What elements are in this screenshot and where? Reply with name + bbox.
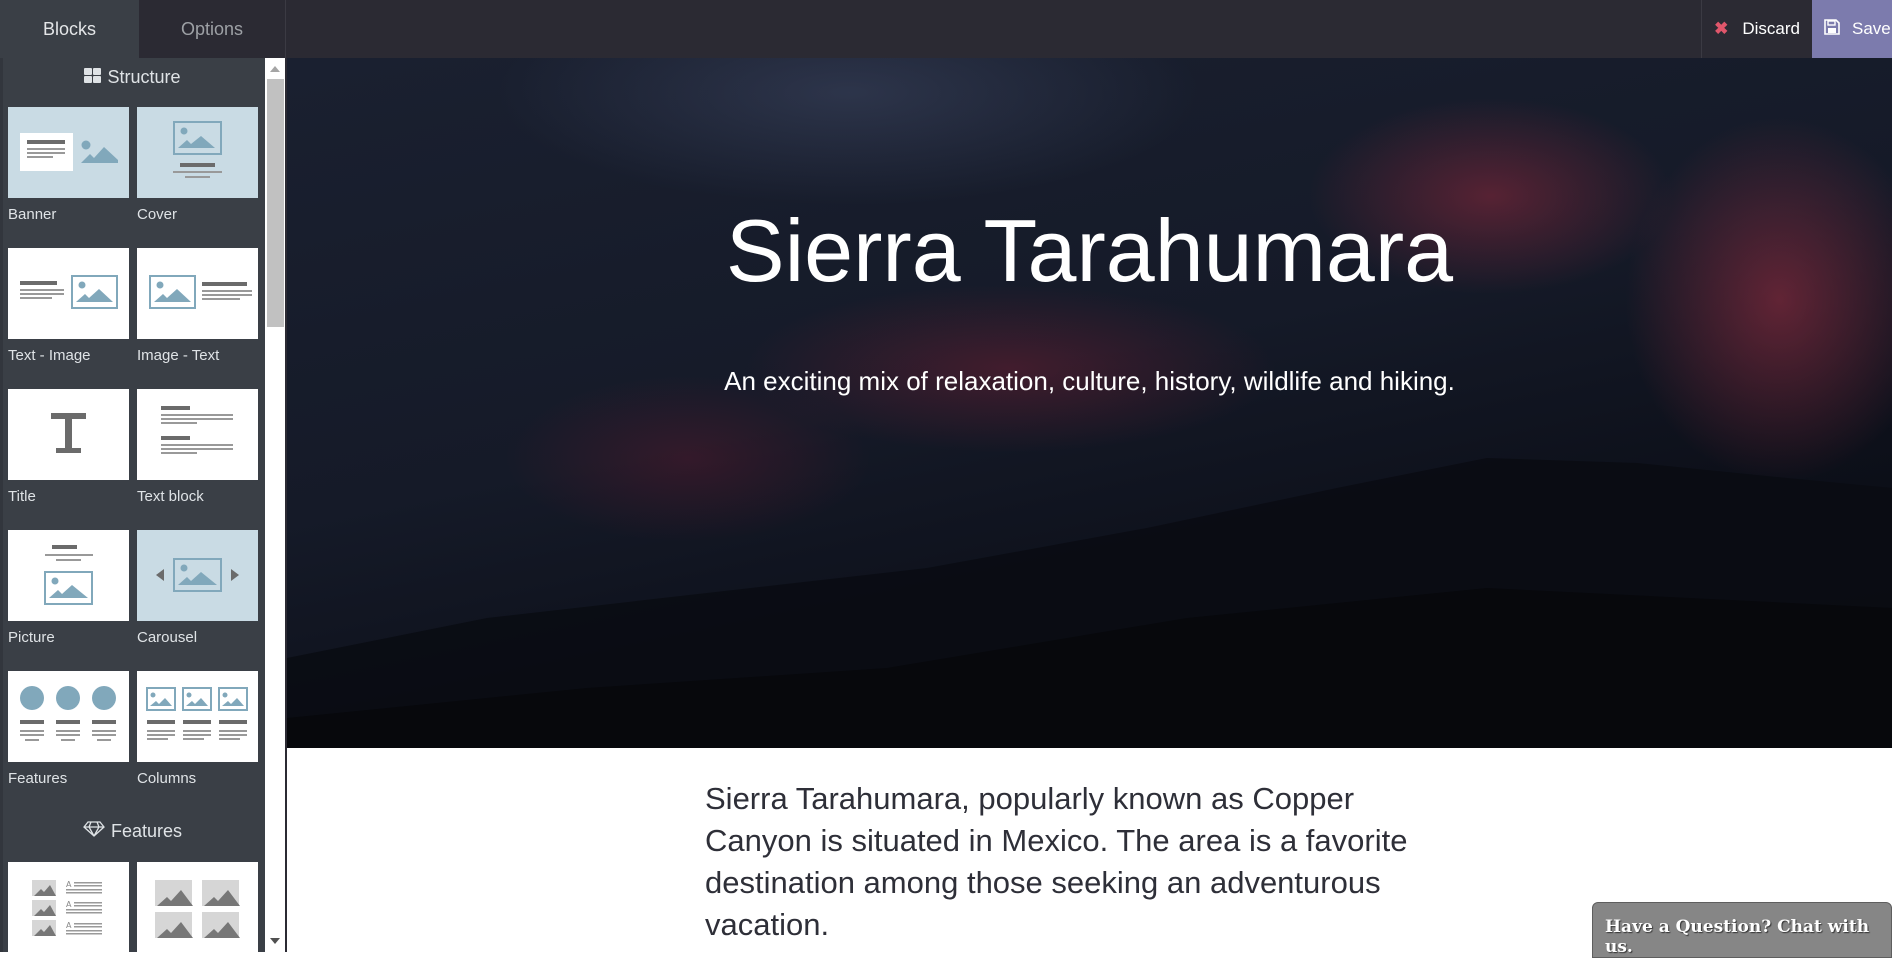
diamond-icon xyxy=(83,821,105,842)
chat-with-us-button[interactable]: Have a Question? Chat with us. xyxy=(1592,902,1892,958)
discard-button[interactable]: ✖ Discard xyxy=(1701,0,1812,58)
banner-thumbnail-icon xyxy=(20,133,118,171)
title-thumbnail-icon xyxy=(51,413,86,453)
hero-title[interactable]: Sierra Tarahumara xyxy=(287,200,1892,302)
section-title-text: Structure xyxy=(107,67,181,87)
section-title-text: Features xyxy=(110,821,183,841)
image-gallery-thumbnail-icon xyxy=(155,880,240,938)
block-label: Text block xyxy=(137,488,204,505)
blocks-panel: Structure Banner Cover Text - Image Imag… xyxy=(0,58,265,952)
block-label: Features xyxy=(8,770,68,787)
block-picture[interactable] xyxy=(8,530,129,621)
block-title[interactable] xyxy=(8,389,129,480)
block-cover[interactable] xyxy=(137,107,258,198)
block-label: Image - Text xyxy=(137,347,220,364)
hero-subtitle[interactable]: An exciting mix of relaxation, culture, … xyxy=(287,366,1892,397)
floppy-disk-icon xyxy=(1824,18,1840,40)
tab-options[interactable]: Options xyxy=(139,0,286,58)
features-thumbnail-icon xyxy=(20,686,116,741)
block-columns[interactable] xyxy=(137,671,258,762)
scroll-up-arrow-icon[interactable] xyxy=(270,66,280,72)
section-title-structure: Structure xyxy=(0,67,265,88)
image-text-thumbnail-icon xyxy=(149,275,252,309)
block-text-block[interactable] xyxy=(137,389,258,480)
block-label: Carousel xyxy=(137,629,198,646)
block-carousel[interactable] xyxy=(137,530,258,621)
svg-text:A: A xyxy=(66,880,72,889)
block-label: Title xyxy=(8,488,36,505)
scrollbar-thumb[interactable] xyxy=(267,79,284,327)
svg-text:A: A xyxy=(66,900,72,909)
scroll-down-arrow-icon[interactable] xyxy=(270,938,280,944)
block-label: Cover xyxy=(137,206,178,223)
text-image-thumbnail-icon xyxy=(20,275,118,309)
hero-cover-section[interactable]: Sierra Tarahumara An exciting mix of rel… xyxy=(287,58,1892,748)
block-banner[interactable] xyxy=(8,107,129,198)
block-image-gallery[interactable] xyxy=(137,862,258,952)
sidebar-scrollbar[interactable] xyxy=(265,58,285,952)
cover-thumbnail-icon xyxy=(173,121,222,178)
block-label: Text - Image xyxy=(8,347,91,364)
text-block-thumbnail-icon xyxy=(161,406,233,454)
block-media-list[interactable]: A A A xyxy=(8,862,129,952)
editor-top-bar: Blocks Options ✖ Discard Save xyxy=(0,0,1892,58)
block-image-text[interactable] xyxy=(137,248,258,339)
tab-blocks[interactable]: Blocks xyxy=(0,0,139,58)
svg-text:A: A xyxy=(66,921,72,930)
columns-thumbnail-icon xyxy=(146,687,248,740)
block-text-image[interactable] xyxy=(8,248,129,339)
block-label: Picture xyxy=(8,629,55,646)
save-button[interactable]: Save xyxy=(1812,0,1892,58)
carousel-thumbnail-icon xyxy=(156,558,239,592)
section-title-features: Features xyxy=(0,821,265,842)
block-label: Banner xyxy=(8,206,57,223)
discard-label: Discard xyxy=(1742,19,1800,38)
close-icon: ✖ xyxy=(1714,19,1729,38)
media-list-thumbnail-icon: A A A xyxy=(32,880,102,936)
intro-paragraph[interactable]: Sierra Tarahumara, popularly known as Co… xyxy=(705,778,1465,946)
grid-icon xyxy=(84,67,102,88)
save-label: Save xyxy=(1852,19,1891,38)
block-label: Columns xyxy=(137,770,197,787)
block-features[interactable] xyxy=(8,671,129,762)
mountain-silhouette xyxy=(287,458,1892,748)
picture-thumbnail-icon xyxy=(44,545,93,605)
